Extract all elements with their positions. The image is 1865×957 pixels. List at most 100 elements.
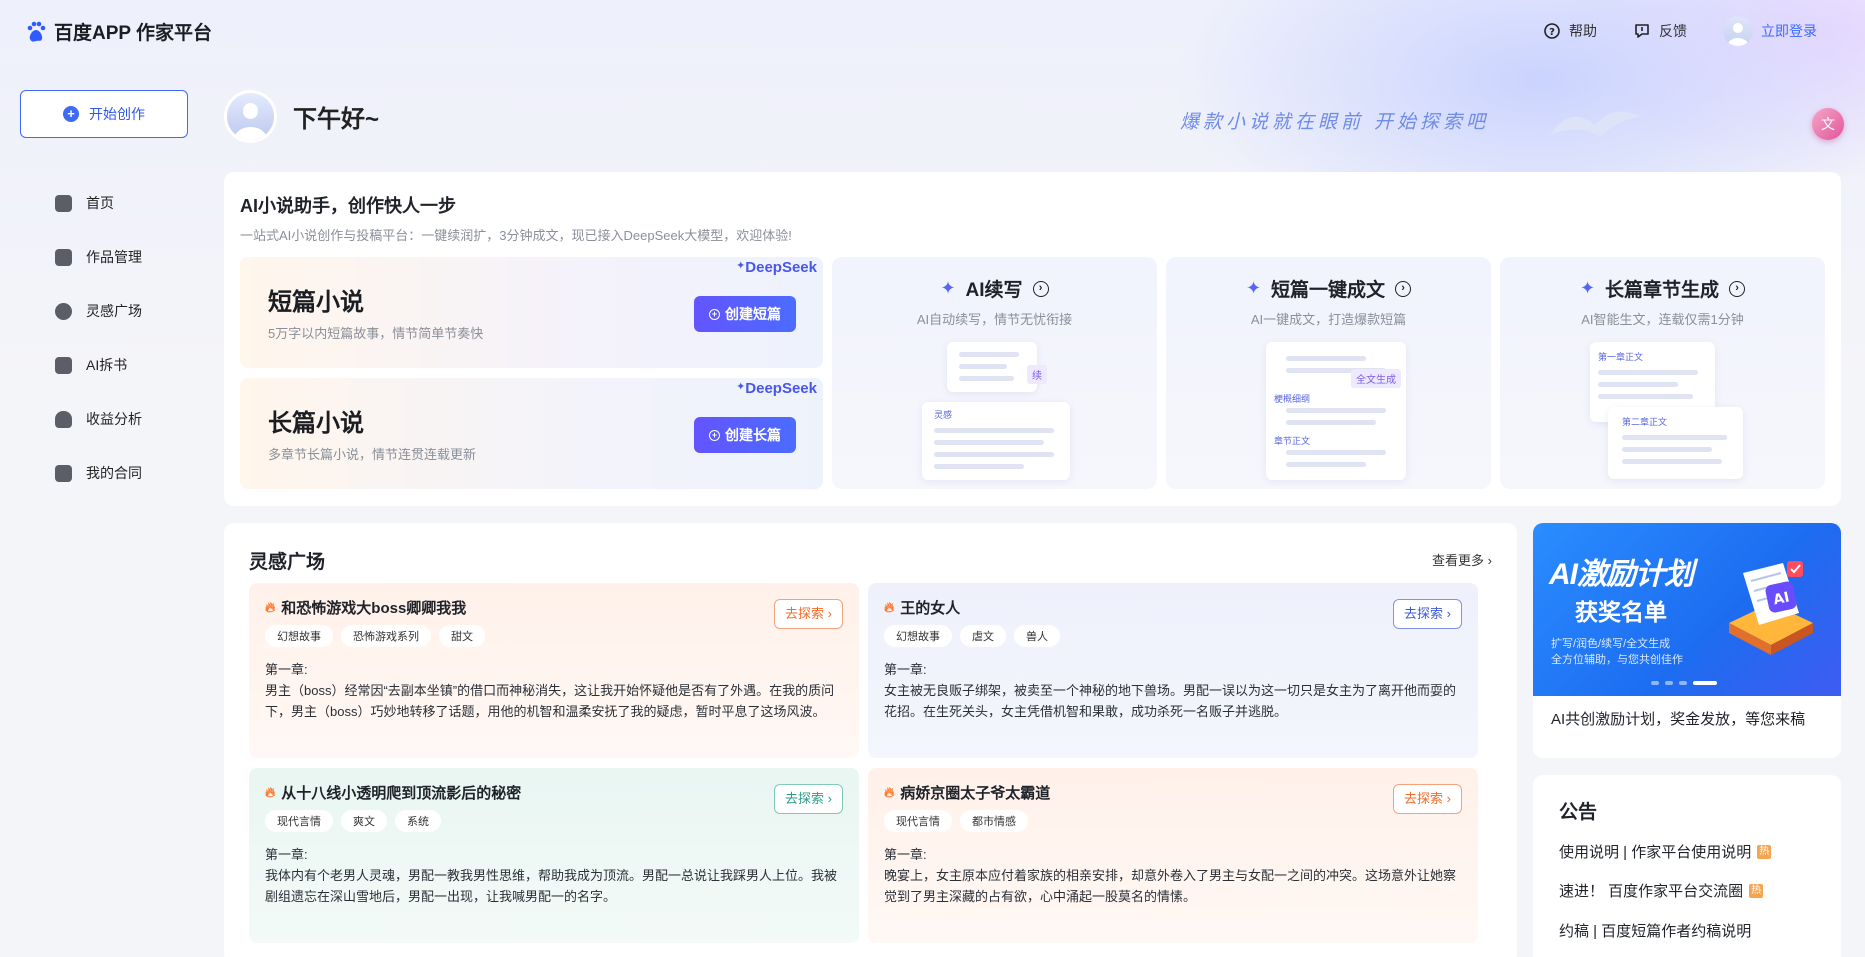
sidebar-item-income[interactable]: 收益分析 bbox=[55, 392, 142, 446]
feedback-label: 反馈 bbox=[1659, 23, 1687, 39]
card-title: 病娇京圈太子爷太霸道 bbox=[900, 785, 1051, 802]
short-novel-card[interactable]: ✦DeepSeek 短篇小说 5万字以内短篇故事，情节简单节奏快 + 创建短篇 bbox=[240, 257, 823, 368]
ai-incentive-promo[interactable]: AI激励计划 获奖名单 扩写/润色/续写/全文生成 全方位辅助，与您共创佳作 AI… bbox=[1533, 523, 1841, 758]
promo-banner[interactable]: AI激励计划 获奖名单 扩写/润色/续写/全文生成 全方位辅助，与您共创佳作 AI bbox=[1533, 523, 1841, 696]
plus-circle-icon: + bbox=[709, 308, 720, 320]
inspiration-title: 灵感广场 bbox=[249, 552, 326, 573]
sidebar-item-label: 作品管理 bbox=[86, 249, 142, 265]
help-link[interactable]: ? 帮助 bbox=[1543, 21, 1597, 41]
fire-icon: 🔥︎ bbox=[884, 784, 895, 800]
explore-button[interactable]: 去探索 › bbox=[1393, 784, 1462, 814]
inspiration-card[interactable]: 🔥︎ 王的女人 幻想故事 虐文 兽人 第一章: 女主被无良贩子绑架，被卖至一个神秘的地下… bbox=[868, 583, 1478, 758]
create-short-button[interactable]: + 创建短篇 bbox=[694, 296, 796, 332]
short-novel-title: 短篇小说 bbox=[268, 289, 364, 316]
sidebar-nav: 首页 作品管理 灵感广场 AI拆书 收益分析 我的合同 bbox=[55, 176, 142, 500]
help-icon: ? bbox=[1544, 23, 1560, 39]
feature-desc: AI一键成文，打造爆款短篇 bbox=[1250, 312, 1407, 327]
user-avatar bbox=[1723, 16, 1753, 46]
logo-text: 百度APP 作家平台 bbox=[54, 23, 213, 44]
mini-doc-illustration: 灵感 bbox=[922, 402, 1070, 480]
create-long-button[interactable]: + 创建长篇 bbox=[694, 417, 796, 453]
baidu-paw-icon bbox=[27, 21, 46, 42]
plus-circle-icon: + bbox=[709, 429, 720, 441]
sidebar-item-home[interactable]: 首页 bbox=[55, 176, 142, 230]
start-create-button[interactable]: + 开始创作 bbox=[20, 90, 188, 138]
sidebar-item-label: 收益分析 bbox=[86, 411, 142, 427]
works-icon bbox=[55, 248, 72, 266]
ai-assistant-panel: AI小说助手，创作快人一步 一站式AI小说创作与投稿平台：一键续润扩，3分钟成文… bbox=[224, 172, 1841, 506]
feature-short-one-click[interactable]: ✦ 短篇一键成文 › AI一键成文，打造爆款短篇 梗概细纲 章节正文 全文生成 bbox=[1166, 257, 1491, 489]
assistant-title: AI小说助手，创作快人一步 bbox=[240, 196, 456, 216]
mini-doc-illustration: 梗概细纲 章节正文 bbox=[1266, 342, 1406, 480]
inspiration-card[interactable]: 🔥︎ 病娇京圈太子爷太霸道 现代言情 都市情感 第一章: 晚宴上，女主原本应付着家族的… bbox=[868, 768, 1478, 943]
view-more-link[interactable]: 查看更多 › bbox=[1432, 550, 1492, 569]
long-novel-title: 长篇小说 bbox=[268, 410, 364, 437]
sidebar-item-contract[interactable]: 我的合同 bbox=[55, 446, 142, 500]
greeting: 下午好~ bbox=[224, 90, 379, 143]
top-bar: 百度APP 作家平台 ? 帮助 反馈 立即登录 bbox=[0, 0, 1865, 62]
ai-book-icon bbox=[55, 356, 72, 374]
mini-doc-illustration bbox=[947, 342, 1037, 392]
promo-subtitle: 获奖名单 bbox=[1575, 599, 1667, 625]
translate-float-button[interactable]: 文 bbox=[1812, 108, 1844, 140]
fire-icon: 🔥︎ bbox=[265, 784, 276, 800]
explore-button[interactable]: 去探索 › bbox=[1393, 599, 1462, 629]
mini-doc-illustration: 第二章正文 bbox=[1608, 407, 1743, 479]
sparkle-icon: ✦ bbox=[1579, 278, 1596, 298]
sidebar-item-label: 首页 bbox=[86, 195, 114, 211]
hot-badge: 热 bbox=[1757, 844, 1772, 859]
short-novel-desc: 5万字以内短篇故事，情节简单节奏快 bbox=[268, 326, 484, 341]
feedback-link[interactable]: 反馈 bbox=[1633, 21, 1687, 41]
explore-button[interactable]: 去探索 › bbox=[774, 599, 843, 629]
mini-tag: 全文生成 bbox=[1351, 369, 1401, 388]
arrow-circle-icon: › bbox=[1395, 280, 1412, 297]
feature-ai-continue[interactable]: ✦ AI续写 › AI自动续写，情节无忧衔接 续 灵感 bbox=[832, 257, 1157, 489]
arrow-circle-icon: › bbox=[1032, 280, 1049, 297]
inspiration-card[interactable]: 🔥︎ 从十八线小透明爬到顶流影后的秘密 现代言情 爽文 系统 第一章: 我体内有个老男人… bbox=[249, 768, 859, 943]
sidebar-item-ai-book[interactable]: AI拆书 bbox=[55, 338, 142, 392]
card-title: 从十八线小透明爬到顶流影后的秘密 bbox=[281, 785, 522, 802]
card-title: 王的女人 bbox=[900, 600, 961, 617]
long-novel-desc: 多章节长篇小说，情节连贯连载更新 bbox=[268, 447, 477, 462]
deepseek-badge: ✦DeepSeek bbox=[736, 380, 817, 397]
fire-icon: 🔥︎ bbox=[265, 599, 276, 615]
card-tags: 现代言情 爽文 系统 bbox=[265, 810, 441, 832]
sidebar-item-label: 灵感广场 bbox=[86, 303, 142, 319]
explore-button[interactable]: 去探索 › bbox=[774, 784, 843, 814]
mini-tag: 续 bbox=[1027, 365, 1047, 384]
feature-title: 短篇一键成文 bbox=[1271, 280, 1386, 301]
sidebar-item-works[interactable]: 作品管理 bbox=[55, 230, 142, 284]
card-body: 第一章: 晚宴上，女主原本应付着家族的相亲安排，却意外卷入了男主与女配一之间的冲突… bbox=[884, 847, 1457, 904]
deepseek-badge: ✦DeepSeek bbox=[736, 259, 817, 276]
card-body: 第一章: 我体内有个老男人灵魂，男配一教我男性思维，帮助我成为顶流。男配一总说让我… bbox=[265, 847, 838, 904]
login-label: 立即登录 bbox=[1761, 23, 1817, 39]
hot-badge: 热 bbox=[1749, 883, 1764, 898]
slogan: 爆款小说就在眼前 开始探索吧 bbox=[1180, 111, 1490, 133]
fire-icon: 🔥︎ bbox=[884, 599, 895, 615]
assistant-subtitle: 一站式AI小说创作与投稿平台：一键续润扩，3分钟成文，现已接入DeepSeek大… bbox=[240, 228, 792, 243]
feature-title: 长篇章节生成 bbox=[1605, 280, 1720, 301]
help-label: 帮助 bbox=[1569, 23, 1597, 39]
sparkle-icon: ✦ bbox=[1245, 278, 1262, 298]
notice-item[interactable]: 速进！ 百度作家平台交流圈热 bbox=[1559, 880, 1764, 901]
feedback-icon bbox=[1635, 24, 1649, 38]
carousel-dots[interactable] bbox=[1651, 681, 1717, 685]
login-link[interactable]: 立即登录 bbox=[1723, 16, 1817, 46]
notice-item[interactable]: 约稿 | 百度短篇作者约稿说明 bbox=[1559, 920, 1751, 941]
card-tags: 现代言情 都市情感 bbox=[884, 810, 1028, 832]
feature-title: AI续写 bbox=[965, 280, 1023, 301]
notice-panel: 公告 使用说明 | 作家平台使用说明热 速进！ 百度作家平台交流圈热 约稿 | … bbox=[1533, 775, 1841, 957]
notice-item[interactable]: 使用说明 | 作家平台使用说明热 bbox=[1559, 841, 1772, 862]
feature-long-chapter[interactable]: ✦ 长篇章节生成 › AI智能生文，连载仅需1分钟 第一章正文 第二章正文 bbox=[1500, 257, 1825, 489]
sidebar-item-inspiration[interactable]: 灵感广场 bbox=[55, 284, 142, 338]
long-novel-card[interactable]: ✦DeepSeek 长篇小说 多章节长篇小说，情节连贯连载更新 + 创建长篇 bbox=[240, 378, 823, 489]
card-body: 第一章: 男主（boss）经常因“去副本坐镇”的借口而神秘消失，这让我开始怀疑他是… bbox=[265, 662, 835, 719]
card-body: 第一章: 女主被无良贩子绑架，被卖至一个神秘的地下兽场。男配一误以为这一切只是女主… bbox=[884, 662, 1457, 719]
promo-caption: AI共创激励计划，奖金发放，等您来稿 bbox=[1551, 711, 1806, 728]
greeting-avatar bbox=[224, 90, 277, 143]
inspiration-card[interactable]: 🔥︎ 和恐怖游戏大boss卿卿我我 幻想故事 恐怖游戏系列 甜文 第一章: 男主（bos… bbox=[249, 583, 859, 758]
card-tags: 幻想故事 虐文 兽人 bbox=[884, 625, 1060, 647]
plus-icon: + bbox=[63, 106, 79, 122]
logo[interactable]: 百度APP 作家平台 bbox=[26, 18, 212, 45]
svg-text:?: ? bbox=[1549, 27, 1555, 38]
